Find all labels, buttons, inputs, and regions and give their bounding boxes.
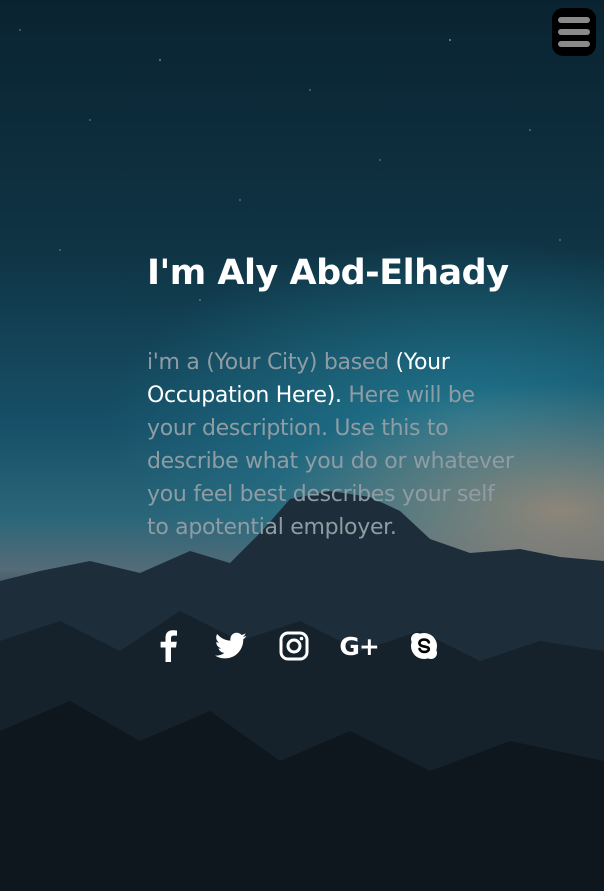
- facebook-link[interactable]: [150, 622, 185, 670]
- menu-button[interactable]: [552, 8, 596, 56]
- google-plus-link[interactable]: G+: [339, 622, 379, 670]
- hero-description: i'm a (Your City) based (Your Occupation…: [147, 346, 519, 544]
- hamburger-menu-icon: [558, 41, 590, 47]
- twitter-icon: [214, 632, 247, 659]
- facebook-icon: [160, 630, 177, 662]
- mountain-silhouette: [0, 491, 604, 891]
- instagram-link[interactable]: [276, 622, 311, 670]
- instagram-icon: [279, 631, 309, 661]
- skype-link[interactable]: [407, 622, 442, 670]
- description-intro: i'm a (Your City) based: [147, 350, 396, 375]
- social-links: G+: [150, 622, 470, 670]
- twitter-link[interactable]: [213, 622, 248, 670]
- hero-title: I'm Aly Abd-Elhady: [147, 253, 509, 293]
- hamburger-menu-icon: [558, 29, 590, 35]
- skype-icon: [411, 633, 438, 659]
- google-plus-icon: G+: [339, 631, 379, 661]
- hamburger-menu-icon: [558, 17, 590, 23]
